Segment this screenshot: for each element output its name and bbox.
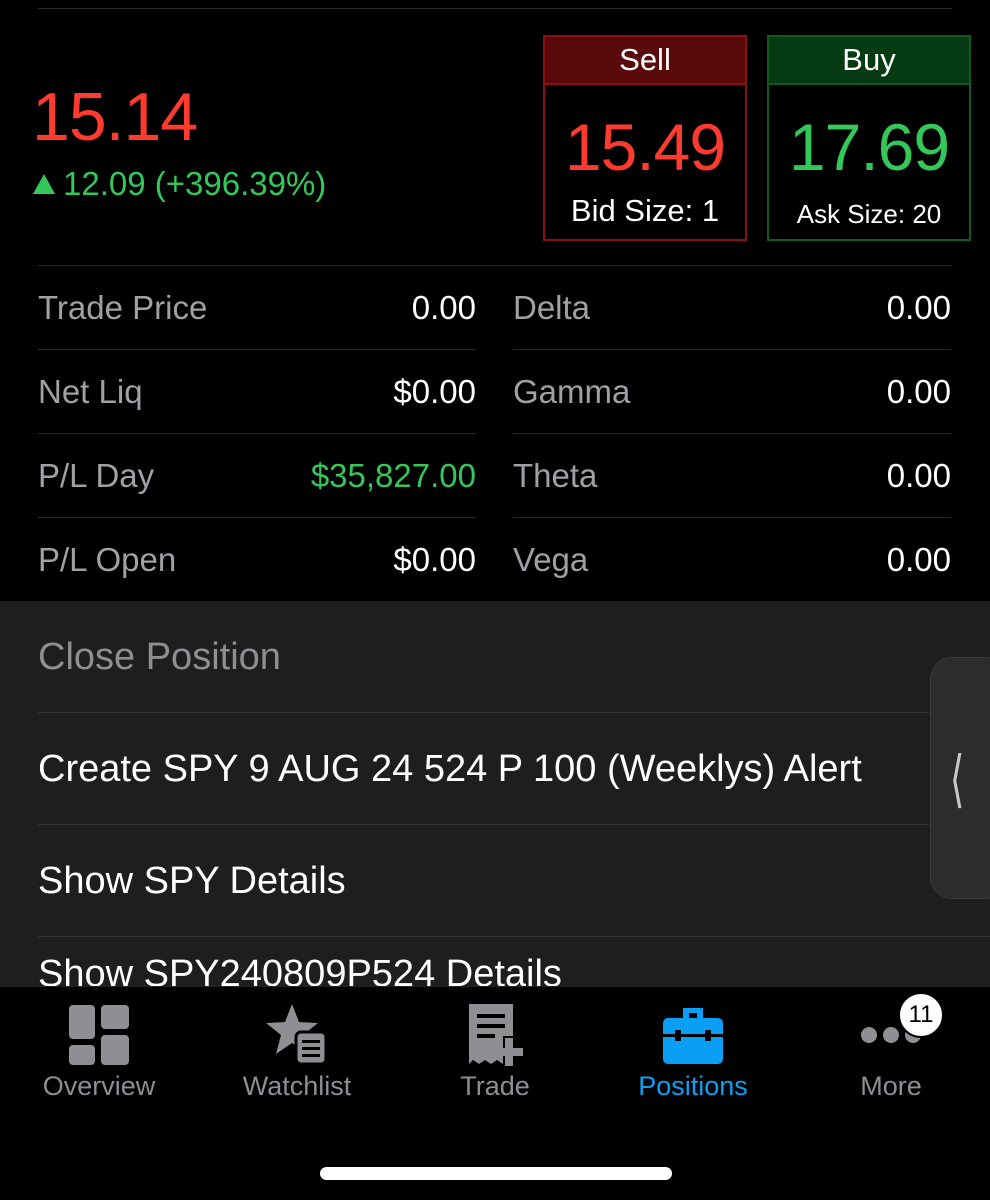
metric-label: Net Liq	[38, 372, 143, 410]
metric-net-liq: Net Liq $0.00	[38, 350, 476, 434]
tab-more[interactable]: More	[792, 1001, 990, 1102]
tab-positions[interactable]: Positions	[594, 1001, 792, 1102]
tab-overview[interactable]: Overview	[0, 1001, 198, 1102]
tab-label: More	[860, 1071, 922, 1101]
price-change: 12.09 (+396.39%)	[33, 165, 326, 203]
action-sheet: Close Position Create SPY 9 AUG 24 524 P…	[0, 601, 990, 986]
close-position-item[interactable]: Close Position	[38, 601, 990, 713]
metric-label: P/L Open	[38, 540, 177, 578]
metric-label: Vega	[513, 540, 589, 578]
briefcase-icon	[661, 1001, 725, 1069]
top-divider	[38, 8, 952, 9]
sell-button[interactable]: Sell 15.49 Bid Size: 1	[543, 35, 747, 241]
metric-trade-price: Trade Price 0.00	[38, 266, 476, 350]
metric-value: 0.00	[886, 540, 951, 578]
metric-value: $0.00	[393, 372, 476, 410]
ask-price: 17.69	[788, 110, 950, 184]
buy-label: Buy	[769, 37, 969, 85]
tab-label: Positions	[638, 1071, 748, 1101]
up-triangle-icon	[33, 174, 55, 194]
metric-label: P/L Day	[38, 456, 155, 494]
side-drawer-handle[interactable]: ⟨	[930, 657, 990, 899]
metric-value: 0.00	[411, 288, 476, 326]
buy-button[interactable]: Buy 17.69 Ask Size: 20	[767, 35, 971, 241]
trade-ticket-icon	[463, 1001, 527, 1069]
chevron-left-icon: ⟨	[949, 741, 965, 815]
metric-pl-open: P/L Open $0.00	[38, 518, 476, 602]
metric-value: $35,827.00	[310, 456, 476, 494]
metric-value: $0.00	[393, 540, 476, 578]
show-spy-details-item[interactable]: Show SPY Details	[38, 825, 990, 937]
metric-theta: Theta 0.00	[513, 434, 951, 518]
tab-label: Overview	[42, 1071, 156, 1101]
price-change-text: 12.09 (+396.39%)	[63, 165, 327, 202]
metric-label: Trade Price	[38, 288, 208, 326]
metric-label: Delta	[513, 288, 591, 326]
metric-value: 0.00	[886, 456, 951, 494]
show-option-details-item[interactable]: Show SPY240809P524 Details	[38, 953, 990, 986]
tab-trade[interactable]: Trade	[396, 1001, 594, 1102]
tab-watchlist[interactable]: Watchlist	[198, 1001, 396, 1102]
metric-value: 0.00	[886, 288, 951, 326]
metric-label: Gamma	[513, 372, 631, 410]
metric-gamma: Gamma 0.00	[513, 350, 951, 434]
tab-label: Watchlist	[242, 1071, 352, 1101]
metric-vega: Vega 0.00	[513, 518, 951, 602]
metric-value: 0.00	[886, 372, 951, 410]
metric-pl-day: P/L Day $35,827.00	[38, 434, 476, 518]
tab-label: Trade	[460, 1071, 530, 1101]
home-indicator[interactable]	[320, 1167, 672, 1180]
sheet-divider	[38, 936, 990, 937]
bid-price: 15.49	[564, 110, 726, 184]
metric-delta: Delta 0.00	[513, 266, 951, 350]
overview-grid-icon	[67, 1001, 131, 1069]
bid-size: Bid Size: 1	[570, 193, 720, 228]
create-alert-item[interactable]: Create SPY 9 AUG 24 524 P 100 (Weeklys) …	[38, 713, 930, 825]
more-badge: 11	[898, 992, 944, 1038]
watchlist-star-icon	[264, 1001, 330, 1069]
ask-size: Ask Size: 20	[796, 199, 942, 229]
sell-label: Sell	[545, 37, 745, 85]
metric-label: Theta	[513, 456, 598, 494]
last-price: 15.14	[32, 79, 198, 155]
